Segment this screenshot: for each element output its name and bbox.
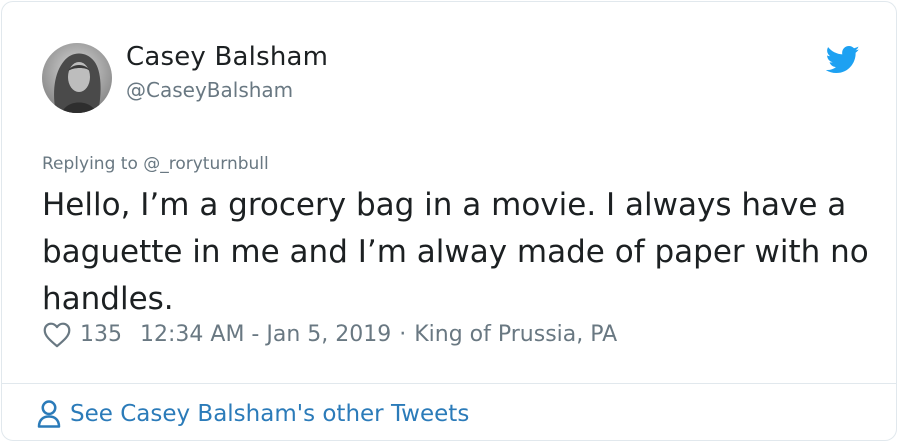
see-other-tweets-link[interactable]: See Casey Balsham's other Tweets [36, 396, 469, 432]
twitter-bird-icon[interactable] [826, 45, 860, 75]
footer-divider [2, 383, 896, 384]
tweet-timestamp[interactable]: 12:34 AM - Jan 5, 2019 [140, 322, 391, 347]
display-name[interactable]: Casey Balsham [126, 42, 328, 72]
avatar[interactable] [42, 43, 112, 113]
see-other-tweets-label[interactable]: See Casey Balsham's other Tweets [70, 401, 469, 427]
tweet-meta: 135 12:34 AM - Jan 5, 2019 · King of Pru… [42, 317, 617, 351]
heart-icon[interactable] [42, 321, 72, 348]
user-handle[interactable]: @CaseyBalsham [126, 78, 293, 102]
tweet-card: Casey Balsham @CaseyBalsham Replying to … [1, 1, 897, 441]
like-count[interactable]: 135 [80, 322, 122, 347]
replying-to[interactable]: Replying to @_roryturnbull [42, 154, 269, 174]
avatar-photo-icon [42, 43, 112, 113]
tweet-text: Hello, I’m a grocery bag in a movie. I a… [42, 187, 869, 317]
tweet-location[interactable]: King of Prussia, PA [414, 322, 617, 347]
meta-separator: · [399, 321, 407, 347]
person-icon [37, 400, 61, 428]
